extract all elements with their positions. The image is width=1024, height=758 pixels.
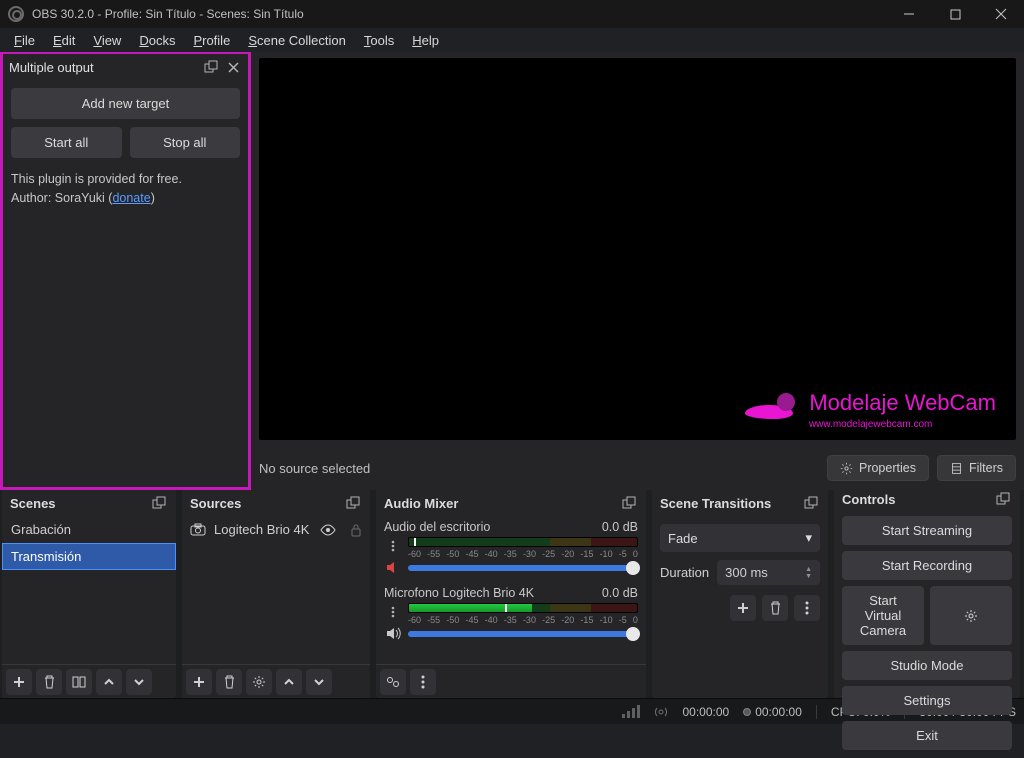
popout-icon[interactable]	[150, 494, 168, 512]
menu-file[interactable]: File	[6, 31, 43, 50]
duration-label: Duration	[660, 565, 709, 580]
remove-transition-button[interactable]	[762, 595, 788, 621]
popout-icon[interactable]	[202, 58, 220, 76]
minimize-button[interactable]	[886, 0, 932, 28]
add-transition-button[interactable]	[730, 595, 756, 621]
menu-help[interactable]: Help	[404, 31, 447, 50]
studio-mode-button[interactable]: Studio Mode	[842, 651, 1012, 680]
duration-input[interactable]: 300 ms ▲▼	[717, 560, 820, 585]
menu-edit[interactable]: Edit	[45, 31, 83, 50]
exit-button[interactable]: Exit	[842, 721, 1012, 750]
properties-button[interactable]: Properties	[827, 455, 929, 481]
source-item[interactable]: Logitech Brio 4K	[182, 516, 370, 543]
mute-button[interactable]	[384, 558, 402, 576]
popout-icon[interactable]	[994, 490, 1012, 508]
camera-icon	[190, 523, 206, 536]
audio-meter	[408, 537, 638, 547]
controls-dock: Controls Start Streaming Start Recording…	[834, 490, 1020, 698]
menu-profile[interactable]: Profile	[185, 31, 238, 50]
settings-button[interactable]: Settings	[842, 686, 1012, 715]
menu-tools[interactable]: Tools	[356, 31, 402, 50]
sources-title: Sources	[190, 496, 241, 511]
title-bar: OBS 30.2.0 - Profile: Sin Título - Scene…	[0, 0, 1024, 28]
channel-level: 0.0 dB	[602, 586, 638, 600]
spinner-up-icon[interactable]: ▲	[805, 566, 812, 573]
scenes-dock: Scenes GrabaciónTransmisión	[2, 490, 176, 698]
add-target-button[interactable]: Add new target	[11, 88, 240, 119]
move-source-down-button[interactable]	[306, 669, 332, 695]
add-scene-button[interactable]	[6, 669, 32, 695]
watermark-logo-icon	[745, 391, 805, 419]
maximize-button[interactable]	[932, 0, 978, 28]
start-all-button[interactable]: Start all	[11, 127, 122, 158]
virtual-camera-settings-button[interactable]	[930, 586, 1012, 645]
transition-properties-button[interactable]	[794, 595, 820, 621]
audio-mixer-dock: Audio Mixer Audio del escritorio0.0 dB -…	[376, 490, 646, 698]
source-label: Logitech Brio 4K	[214, 522, 309, 537]
menu-view[interactable]: View	[85, 31, 129, 50]
scene-transitions-dock: Scene Transitions Fade ▾ Duration 300 ms…	[652, 490, 828, 698]
filters-button[interactable]: Filters	[937, 455, 1016, 481]
audio-meter	[408, 603, 638, 613]
stop-all-button[interactable]: Stop all	[130, 127, 241, 158]
remove-scene-button[interactable]	[36, 669, 62, 695]
lock-toggle-icon[interactable]	[350, 523, 362, 537]
scene-list[interactable]: GrabaciónTransmisión	[2, 516, 176, 664]
volume-slider[interactable]	[408, 631, 638, 637]
remove-source-button[interactable]	[216, 669, 242, 695]
start-recording-button[interactable]: Start Recording	[842, 551, 1012, 580]
scenes-title: Scenes	[10, 496, 56, 511]
move-scene-down-button[interactable]	[126, 669, 152, 695]
scene-item[interactable]: Transmisión	[2, 543, 176, 570]
watermark: Modelaje WebCam www.modelajewebcam.com	[745, 390, 996, 430]
scene-item[interactable]: Grabación	[2, 516, 176, 543]
donate-link[interactable]: donate	[112, 191, 150, 205]
preview-canvas[interactable]: Modelaje WebCam www.modelajewebcam.com	[259, 58, 1016, 440]
advanced-audio-button[interactable]	[380, 669, 406, 695]
spinner-down-icon[interactable]: ▼	[805, 573, 812, 580]
start-streaming-button[interactable]: Start Streaming	[842, 516, 1012, 545]
close-button[interactable]	[978, 0, 1024, 28]
channel-menu-button[interactable]	[384, 537, 402, 555]
multiple-output-dock: Multiple output Add new target Start all…	[0, 52, 251, 490]
live-time: 00:00:00	[682, 705, 729, 719]
popout-icon[interactable]	[620, 494, 638, 512]
mixer-menu-button[interactable]	[410, 669, 436, 695]
scene-filters-button[interactable]	[66, 669, 92, 695]
move-source-up-button[interactable]	[276, 669, 302, 695]
volume-slider[interactable]	[408, 565, 638, 571]
move-scene-up-button[interactable]	[96, 669, 122, 695]
controls-title: Controls	[842, 492, 895, 507]
popout-icon[interactable]	[344, 494, 362, 512]
visibility-toggle-icon[interactable]	[320, 524, 336, 536]
sources-dock: Sources Logitech Brio 4K	[182, 490, 370, 698]
add-source-button[interactable]	[186, 669, 212, 695]
close-dock-icon[interactable]	[224, 58, 242, 76]
channel-level: 0.0 dB	[602, 520, 638, 534]
app-icon	[8, 6, 24, 22]
channel-menu-button[interactable]	[384, 603, 402, 621]
start-virtual-camera-button[interactable]: Start Virtual Camera	[842, 586, 924, 645]
menu-docks[interactable]: Docks	[131, 31, 183, 50]
channel-name: Microfono Logitech Brio 4K	[384, 586, 534, 600]
menu-scene-collection[interactable]: Scene Collection	[240, 31, 354, 50]
menu-bar: File Edit View Docks Profile Scene Colle…	[0, 28, 1024, 52]
record-status-icon	[743, 708, 751, 716]
broadcast-icon	[654, 705, 668, 719]
mute-button[interactable]	[384, 624, 402, 642]
network-icon	[622, 705, 640, 718]
source-properties-button[interactable]	[246, 669, 272, 695]
channel-name: Audio del escritorio	[384, 520, 490, 534]
record-time: 00:00:00	[755, 705, 802, 719]
scene-transitions-title: Scene Transitions	[660, 496, 771, 511]
plugin-info-text: This plugin is provided for free. Author…	[11, 170, 240, 208]
popout-icon[interactable]	[802, 494, 820, 512]
audio-mixer-title: Audio Mixer	[384, 496, 458, 511]
window-title: OBS 30.2.0 - Profile: Sin Título - Scene…	[32, 7, 886, 21]
transition-select[interactable]: Fade ▾	[660, 524, 820, 552]
no-source-label: No source selected	[259, 461, 819, 476]
multiple-output-title: Multiple output	[9, 60, 94, 75]
chevron-down-icon: ▾	[805, 530, 812, 546]
